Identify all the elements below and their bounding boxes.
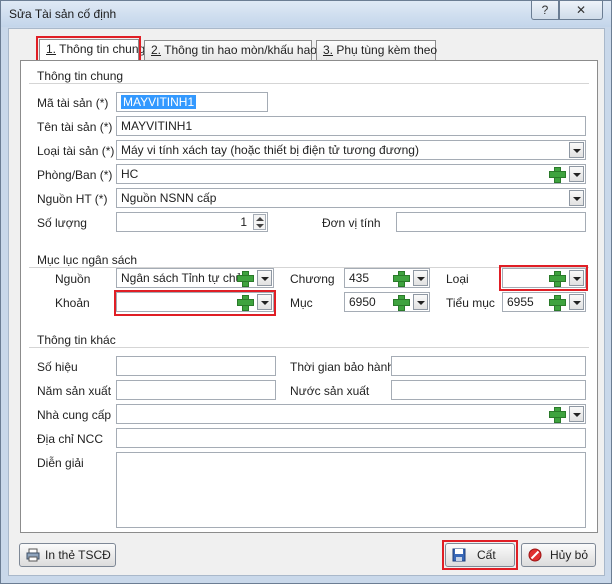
- tab-label: Phụ tùng kèm theo: [336, 43, 438, 57]
- item-highlight-box: [114, 290, 276, 316]
- serial-label: Số hiệu: [37, 360, 78, 374]
- chapter-combo[interactable]: 435: [344, 268, 430, 288]
- chevron-down-icon[interactable]: [569, 166, 584, 182]
- warranty-input[interactable]: [391, 356, 586, 376]
- description-textarea[interactable]: [116, 452, 586, 528]
- department-value: HC: [121, 167, 139, 181]
- supplier-combo[interactable]: [116, 404, 586, 424]
- quantity-value: 1: [240, 215, 247, 229]
- cancel-icon: [528, 548, 542, 562]
- supplier-address-input[interactable]: [116, 428, 586, 448]
- fund-source-combo[interactable]: Ngân sách Tỉnh tự chủ: [116, 268, 274, 288]
- asset-type-label: Loại tài sản (*): [37, 144, 115, 158]
- add-icon[interactable]: [392, 294, 410, 311]
- section-label: Mục: [290, 296, 313, 310]
- source-value: Nguồn NSNN cấp: [121, 191, 217, 205]
- asset-name-label: Tên tài sản (*): [37, 120, 113, 134]
- chevron-down-icon[interactable]: [569, 142, 584, 158]
- origin-country-input[interactable]: [391, 380, 586, 400]
- category-highlight-box: [499, 265, 588, 291]
- tab-label: Thông tin hao mòn/khấu hao: [164, 43, 317, 57]
- asset-name-input[interactable]: MAYVITINH1: [116, 116, 586, 136]
- section-divider: [29, 347, 589, 348]
- department-label: Phòng/Ban (*): [37, 168, 113, 182]
- tab-highlight-box: [36, 36, 141, 62]
- source-combo[interactable]: Nguồn NSNN cấp: [116, 188, 586, 208]
- tab-number: 2.: [151, 43, 162, 57]
- help-button[interactable]: ?: [531, 1, 559, 20]
- item-label: Khoản: [55, 296, 90, 310]
- category-label: Loại: [446, 272, 469, 286]
- cancel-button[interactable]: Hủy bỏ: [521, 543, 596, 567]
- asset-code-value: MAYVITINH1: [121, 95, 197, 109]
- print-asset-card-button[interactable]: In thẻ TSCĐ: [19, 543, 116, 567]
- chevron-down-icon[interactable]: [569, 406, 584, 422]
- fund-source-label: Nguồn: [55, 272, 91, 286]
- supplier-address-label: Địa chỉ NCC: [37, 432, 104, 446]
- add-icon[interactable]: [392, 270, 410, 287]
- warranty-label: Thời gian bảo hành: [290, 360, 394, 374]
- printer-icon: [26, 548, 40, 562]
- unit-input[interactable]: [396, 212, 586, 232]
- print-asset-card-label: In thẻ TSCĐ: [45, 548, 111, 562]
- unit-label: Đơn vị tính: [322, 216, 381, 230]
- subsection-label: Tiểu mục: [446, 296, 495, 310]
- add-icon[interactable]: [548, 406, 566, 423]
- source-label: Nguồn HT (*): [37, 192, 108, 206]
- asset-type-value: Máy vi tính xách tay (hoặc thiết bị điện…: [121, 143, 419, 157]
- section-combo[interactable]: 6950: [344, 292, 430, 312]
- spin-down-icon[interactable]: [256, 224, 264, 228]
- description-label: Diễn giải: [37, 456, 84, 470]
- supplier-label: Nhà cung cấp: [37, 408, 112, 422]
- manufacture-year-label: Năm sản xuất: [37, 384, 112, 398]
- spin-up-icon[interactable]: [256, 217, 264, 221]
- tab-accessories[interactable]: 3. Phụ tùng kèm theo: [316, 40, 438, 61]
- tab-depreciation-info[interactable]: 2. Thông tin hao mòn/khấu hao: [144, 40, 317, 61]
- asset-type-combo[interactable]: Máy vi tính xách tay (hoặc thiết bị điện…: [116, 140, 586, 160]
- budget-section-title: Mục lục ngân sách: [37, 253, 142, 267]
- other-section-title: Thông tin khác: [37, 333, 120, 347]
- cancel-label: Hủy bỏ: [550, 548, 589, 562]
- chapter-value: 435: [349, 271, 370, 285]
- section-value: 6950: [349, 295, 376, 309]
- general-section-title: Thông tin chung: [37, 69, 128, 83]
- close-button[interactable]: ✕: [559, 1, 603, 20]
- section-divider: [29, 83, 589, 84]
- chevron-down-icon[interactable]: [413, 270, 428, 286]
- add-icon[interactable]: [236, 270, 254, 287]
- add-icon[interactable]: [548, 166, 566, 183]
- quantity-label: Số lượng: [37, 216, 87, 230]
- edit-asset-dialog: Sửa Tài sản cố định ? ✕ 1. Thông tin chu…: [0, 0, 612, 584]
- subsection-value: 6955: [507, 295, 534, 309]
- tab-number: 3.: [323, 43, 334, 57]
- title-bar: Sửa Tài sản cố định ? ✕: [1, 1, 611, 27]
- serial-input[interactable]: [116, 356, 276, 376]
- chevron-down-icon[interactable]: [569, 190, 584, 206]
- add-icon[interactable]: [548, 294, 566, 311]
- department-combo[interactable]: HC: [116, 164, 586, 184]
- asset-code-input[interactable]: MAYVITINH1: [116, 92, 268, 112]
- chevron-down-icon[interactable]: [569, 294, 584, 310]
- spin-buttons[interactable]: [253, 214, 266, 230]
- chevron-down-icon[interactable]: [413, 294, 428, 310]
- chapter-label: Chương: [290, 272, 335, 286]
- fund-source-value: Ngân sách Tỉnh tự chủ: [121, 271, 243, 285]
- origin-country-label: Nước sản xuất: [290, 384, 370, 398]
- chevron-down-icon[interactable]: [257, 270, 272, 286]
- quantity-stepper[interactable]: 1: [116, 212, 268, 232]
- window-title: Sửa Tài sản cố định: [9, 7, 117, 21]
- manufacture-year-input[interactable]: [116, 380, 276, 400]
- save-highlight-box: [442, 540, 518, 570]
- asset-code-label: Mã tài sản (*): [37, 96, 109, 110]
- subsection-combo[interactable]: 6955: [502, 292, 586, 312]
